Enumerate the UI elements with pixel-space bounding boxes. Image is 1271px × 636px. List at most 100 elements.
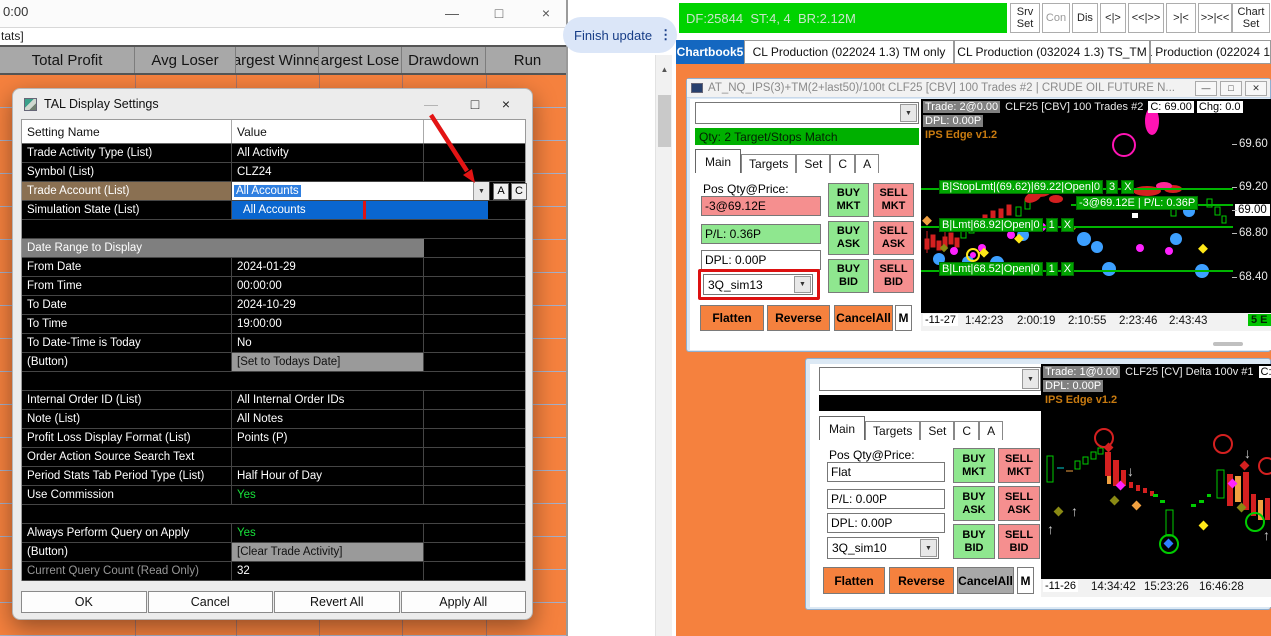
srv-set-button[interactable]: Srv Set bbox=[1010, 3, 1040, 33]
dialog-row: Always Perform Query on Apply Yes bbox=[22, 524, 525, 543]
ok-button[interactable]: OK bbox=[21, 591, 147, 613]
menu-bar: tats] bbox=[0, 27, 566, 45]
dropdown-open-item[interactable]: All Accounts bbox=[232, 201, 488, 219]
stats-header-row: Total Profit Avg Loser argest Winne argest … bbox=[0, 45, 566, 75]
nav-right-button[interactable]: >|< bbox=[1166, 3, 1196, 33]
order-label: -3@69.12E | P/L: 0.36P bbox=[1076, 196, 1199, 210]
cancel-button[interactable]: Cancel bbox=[147, 591, 273, 613]
apply-all-button[interactable]: Apply All bbox=[400, 591, 526, 613]
buy-button[interactable]: BUY BID bbox=[828, 259, 869, 293]
account-combo-value: 3Q_sim10 bbox=[832, 541, 887, 555]
reverse-button[interactable]: Reverse bbox=[889, 567, 954, 594]
pl-field[interactable]: P/L: 0.36P bbox=[701, 224, 821, 244]
setting-action-button[interactable]: [Set to Todays Date] bbox=[232, 353, 424, 371]
time-tick-label: 16:46:28 bbox=[1199, 581, 1244, 593]
stats-column-header: Drawdown bbox=[402, 47, 486, 73]
tab-main[interactable]: Main bbox=[695, 149, 742, 173]
nav-far-right-button[interactable]: >>|<< bbox=[1198, 3, 1232, 33]
window1-icon bbox=[691, 83, 703, 93]
chevron-down-icon[interactable]: ▼ bbox=[920, 539, 937, 557]
sell-button[interactable]: SELL ASK bbox=[873, 221, 914, 255]
time-axis-2: -11-26 14:34:42 15:23:26 16:46:28 bbox=[1041, 579, 1271, 597]
tab-a[interactable]: A bbox=[979, 421, 1004, 440]
window1-titlebar[interactable]: AT_NQ_IPS(3)+TM(2+last50)/100t CLF25 [CB… bbox=[687, 79, 1270, 98]
buy-button[interactable]: BUY MKT bbox=[828, 183, 869, 217]
minimize-icon[interactable]: — bbox=[437, 2, 467, 24]
position-field[interactable]: Flat bbox=[827, 462, 945, 482]
manual-button[interactable]: M bbox=[1017, 567, 1034, 594]
close-icon[interactable]: × bbox=[531, 2, 561, 24]
sell-button[interactable]: SELL MKT bbox=[998, 448, 1040, 483]
tab-cl-production-032024-1-3-ts-tm[interactable]: CL Production (032024 1.3) TS_TM bbox=[954, 40, 1150, 64]
tab-chartbook5[interactable]: Chartbook5 bbox=[676, 40, 744, 64]
vertical-scrollbar[interactable]: ▲ bbox=[655, 55, 672, 636]
setting-name: Order Action Source Search Text bbox=[22, 448, 232, 466]
buy-button[interactable]: BUY ASK bbox=[953, 486, 995, 521]
tab-set[interactable]: Set bbox=[796, 154, 831, 173]
engine-label: IPS Edge v1.2 bbox=[925, 129, 998, 141]
strategy-combo-1[interactable]: ▼ bbox=[695, 102, 919, 124]
tab-a[interactable]: A bbox=[855, 154, 880, 173]
maximize-icon[interactable]: □ bbox=[484, 2, 514, 24]
tab-cl-production-022024-1-3-tm-only[interactable]: CL Production (022024 1.3) TM only bbox=[744, 40, 954, 64]
flatten-button[interactable]: Flatten bbox=[700, 305, 764, 331]
setting-action-button[interactable]: [Clear Trade Activity] bbox=[232, 543, 424, 561]
column-header-value: Value bbox=[232, 120, 424, 143]
pl-field[interactable]: P/L: 0.00P bbox=[827, 489, 945, 509]
chevron-down-icon[interactable]: ▼ bbox=[900, 104, 917, 122]
strategy-combo-2[interactable]: ▼ bbox=[819, 367, 1041, 391]
cancel-all-button[interactable]: CancelAll bbox=[957, 567, 1014, 594]
dialog-close-icon[interactable]: × bbox=[488, 93, 524, 115]
flatten-button[interactable]: Flatten bbox=[823, 567, 885, 594]
window2-body: ▼ Main Targets Set C A Pos Qty@Price: Flat P… bbox=[810, 364, 1271, 607]
manual-button[interactable]: M bbox=[895, 305, 912, 331]
tab-c[interactable]: C bbox=[954, 421, 980, 440]
dpl-field[interactable]: DPL: 0.00P bbox=[827, 513, 945, 533]
position-field[interactable]: -3@69.12E bbox=[701, 196, 821, 216]
tab-main[interactable]: Main bbox=[819, 416, 866, 440]
finish-update-button[interactable]: Finish update ⋮ bbox=[563, 17, 677, 53]
chart-set-button[interactable]: Chart Set bbox=[1232, 3, 1270, 33]
revert-all-button[interactable]: Revert All bbox=[274, 591, 400, 613]
buy-button[interactable]: BUY ASK bbox=[828, 221, 869, 255]
scroll-up-icon[interactable]: ▲ bbox=[656, 63, 673, 77]
buy-button[interactable]: BUY BID bbox=[953, 524, 995, 559]
sell-button[interactable]: SELL ASK bbox=[998, 486, 1040, 521]
scrollbar-thumb[interactable] bbox=[658, 95, 671, 147]
order-cancel-icon[interactable]: X bbox=[1060, 218, 1075, 232]
tab-cl-production-022024-1-3-[interactable]: CL Production (022024 1.3) bbox=[1150, 40, 1271, 64]
dialog-row: Internal Order ID (List) All Internal Ord… bbox=[22, 391, 525, 410]
chevron-down-icon[interactable]: ▼ bbox=[1022, 369, 1039, 389]
buy-button[interactable]: BUY MKT bbox=[953, 448, 995, 483]
sell-button[interactable]: SELL BID bbox=[873, 259, 914, 293]
tab-targets[interactable]: Targets bbox=[741, 154, 797, 173]
hscroll-thumb[interactable] bbox=[1213, 342, 1243, 346]
nav-left-button[interactable]: <|> bbox=[1100, 3, 1126, 33]
dpl-field[interactable]: DPL: 0.00P bbox=[701, 250, 821, 270]
cancel-all-button[interactable]: CancelAll bbox=[834, 305, 893, 331]
column-config-button[interactable]: A bbox=[493, 182, 509, 200]
connect-button[interactable]: Con bbox=[1042, 3, 1070, 33]
nav-far-left-button[interactable]: <<|>> bbox=[1128, 3, 1164, 33]
account-combo-2[interactable]: 3Q_sim10 ▼ bbox=[827, 537, 939, 559]
tab-set[interactable]: Set bbox=[920, 421, 955, 440]
column-config-button[interactable]: C bbox=[511, 182, 527, 200]
tab-targets[interactable]: Targets bbox=[865, 421, 921, 440]
kebab-menu-icon[interactable]: ⋮ bbox=[659, 27, 672, 43]
order-cancel-icon[interactable]: X bbox=[1121, 180, 1135, 194]
reverse-button[interactable]: Reverse bbox=[767, 305, 830, 331]
disconnect-button[interactable]: Dis bbox=[1072, 3, 1098, 33]
tab-c[interactable]: C bbox=[830, 154, 856, 173]
window1-minimize-icon[interactable]: — bbox=[1195, 80, 1217, 96]
engine-label: IPS Edge v1.2 bbox=[1045, 394, 1118, 406]
sell-button[interactable]: SELL BID bbox=[998, 524, 1040, 559]
sell-button[interactable]: SELL MKT bbox=[873, 183, 914, 217]
dialog-empty-row bbox=[22, 505, 525, 524]
setting-name: From Date bbox=[22, 258, 232, 276]
order-cancel-icon[interactable]: X bbox=[1060, 262, 1075, 276]
window1-restore-icon[interactable]: □ bbox=[1220, 80, 1242, 96]
pos-qty-label: Pos Qty@Price: bbox=[703, 182, 789, 196]
window1-close-icon[interactable]: ✕ bbox=[1245, 80, 1267, 96]
screen: 0:00 — □ × tats] Total Profit Avg Loser ar… bbox=[0, 0, 1271, 636]
setting-name: Always Perform Query on Apply bbox=[22, 524, 232, 542]
